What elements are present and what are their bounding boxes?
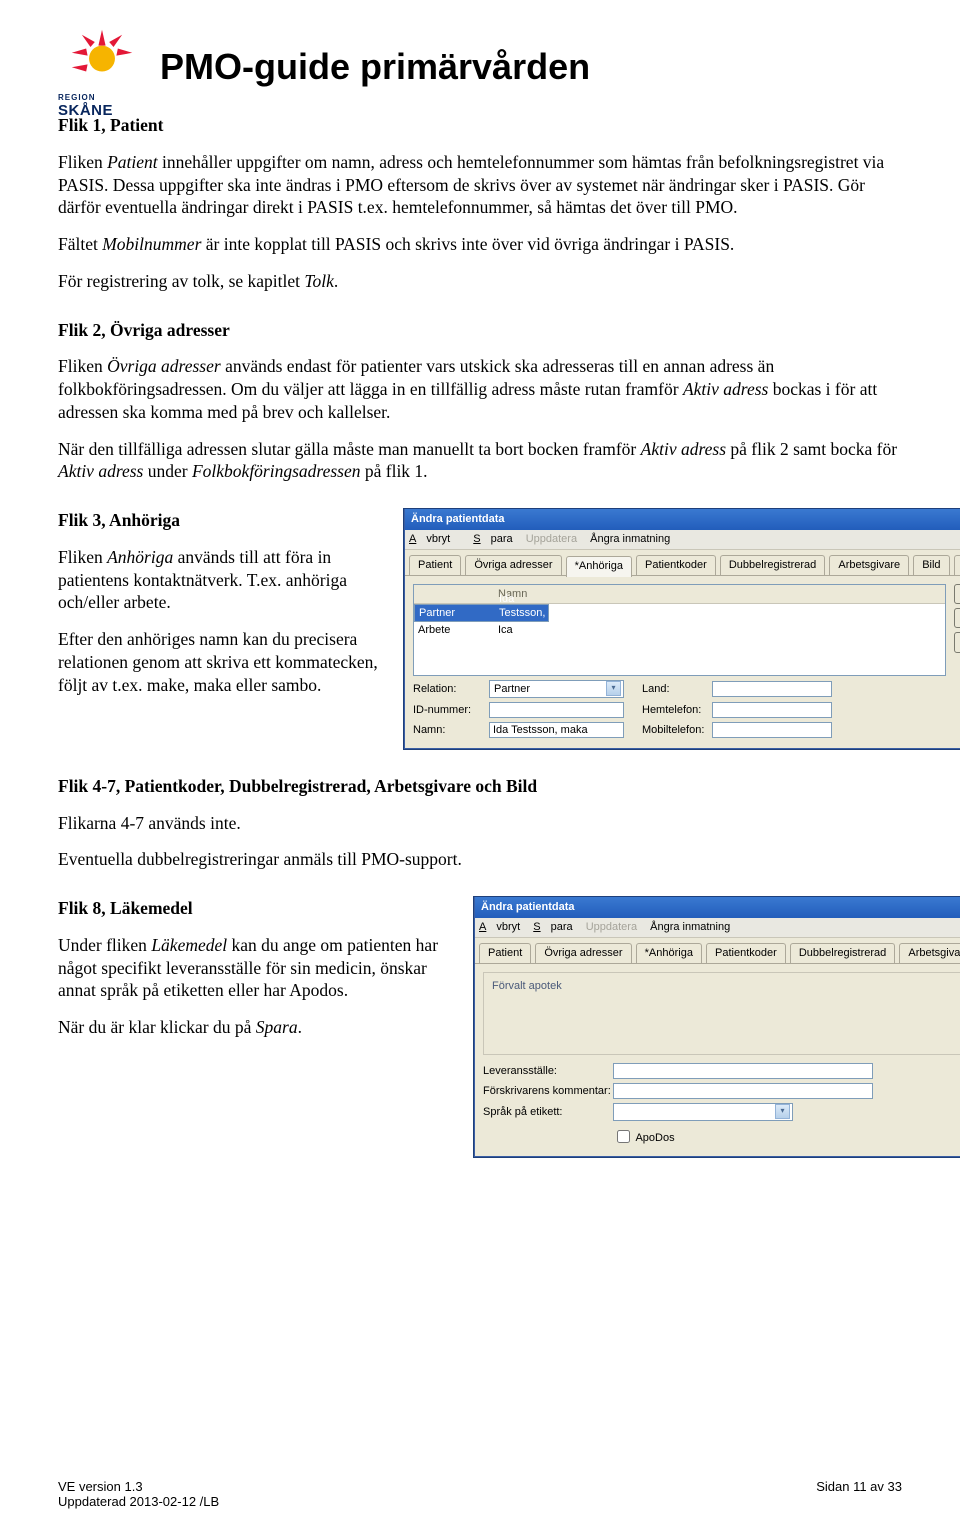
tab-arbetsgivare[interactable]: Arbetsgivare [899,943,960,963]
flik2-p1: Fliken Övriga adresser används endast fö… [58,355,902,423]
section-heading-flik2: Flik 2, Övriga adresser [58,319,902,342]
flik3-p1: Fliken Anhöriga används till att föra in… [58,546,388,614]
footer-page-number: Sidan 11 av 33 [816,1479,902,1509]
flik8-p1: Under fliken Läkemedel kan du ange om pa… [58,934,458,1002]
skane-sun-icon [58,24,146,96]
namn-label: Namn: [413,723,489,737]
menu-spara[interactable]: Spara [473,533,512,545]
relation-select[interactable]: Partner▾ [489,680,624,698]
dialog-title: Ändra patientdata [405,509,960,530]
hemtel-label: Hemtelefon: [642,703,712,717]
page-header: REGION SKÅNE PMO-guide primärvården [58,24,902,106]
dialog-tabs: Patient Övriga adresser *Anhöriga Patien… [475,938,960,964]
chevron-down-icon: ▾ [775,1104,790,1119]
tab-patient[interactable]: Patient [479,943,531,963]
tab-anhoriga[interactable]: *Anhöriga [566,556,632,577]
tab-patientkoder[interactable]: Patientkoder [706,943,786,963]
menu-uppdatera: Uppdatera [586,921,637,933]
id-label: ID-nummer: [413,703,489,717]
sok-button[interactable]: Sök [954,632,960,652]
id-input[interactable] [489,702,624,718]
flik1-p3: För registrering av tolk, se kapitlet To… [58,270,902,293]
tab-bild[interactable]: Bild [913,555,949,575]
tab-patient[interactable]: Patient [409,555,461,575]
tab-lakemedel[interactable]: Läkemedel [954,555,960,575]
flik47-p1: Flikarna 4-7 används inte. [58,812,902,835]
mobil-input[interactable] [712,722,832,738]
sprak-label: Språk på etikett: [483,1105,613,1119]
menu-angra[interactable]: Ångra inmatning [590,533,670,545]
footer-version: VE version 1.3 [58,1479,219,1494]
apodos-checkbox[interactable] [617,1130,630,1143]
tab-ovriga-adresser[interactable]: Övriga adresser [465,555,561,575]
flik8-p2: När du är klar klickar du på Spara. [58,1016,458,1039]
sprak-select[interactable]: ▾ [613,1103,793,1121]
tab-arbetsgivare[interactable]: Arbetsgivare [829,555,909,575]
menu-avbryt[interactable]: Avbryt [409,533,460,545]
dialog-menubar: Avbryt Spara Uppdatera Ångra inmatning [475,918,960,937]
dialog-lakemedel: Ändra patientdata Avbryt Spara Uppdatera… [474,897,960,1157]
flik3-p2: Efter den anhöriges namn kan du preciser… [58,628,388,696]
section-heading-flik3: Flik 3, Anhöriga [58,509,388,532]
forskr-label: Förskrivarens kommentar: [483,1084,613,1098]
page-title: PMO-guide primärvården [160,46,590,88]
tab-patientkoder[interactable]: Patientkoder [636,555,716,575]
section-heading-flik1: Flik 1, Patient [58,114,902,137]
list-row[interactable]: ArbeteIca [414,622,945,638]
dialog-menubar: Avbryt Spara Uppdatera Ångra inmatning [405,530,960,549]
menu-angra[interactable]: Ångra inmatning [650,921,730,933]
tab-anhoriga[interactable]: *Anhöriga [636,943,702,963]
menu-avbryt[interactable]: Avbryt [479,921,520,933]
tab-ovriga-adresser[interactable]: Övriga adresser [535,943,631,963]
leverans-input[interactable] [613,1063,873,1079]
mobil-label: Mobiltelefon: [642,723,712,737]
flik2-p2: När den tillfälliga adressen slutar gäll… [58,438,902,484]
flik1-p2: Fältet Mobilnummer är inte kopplat till … [58,233,902,256]
forskrivare-input[interactable] [613,1083,873,1099]
menu-spara[interactable]: Spara [533,921,572,933]
land-label: Land: [642,682,712,696]
tab-dubbelregistrerad[interactable]: Dubbelregistrerad [720,555,825,575]
flik47-p2: Eventuella dubbelregistreringar anmäls t… [58,848,902,871]
dialog-tabs: Patient Övriga adresser *Anhöriga Patien… [405,550,960,576]
relation-label: Relation: [413,682,489,696]
footer-updated: Uppdaterad 2013-02-12 /LB [58,1494,219,1509]
namn-input[interactable]: Ida Testsson, maka [489,722,624,738]
anhoriga-list[interactable]: Namn PartnerIda Testsson, maka ArbeteIca [413,584,946,676]
apodos-label: ApoDos [635,1132,674,1144]
forvalt-apotek-fieldset: Förvalt apotek Adress... Rensa [483,972,960,1055]
dialog-title: Ändra patientdata [475,897,960,918]
list-row-selected[interactable]: PartnerIda Testsson, maka [414,604,549,622]
hemtel-input[interactable] [712,702,832,718]
fieldset-legend: Förvalt apotek [492,979,960,993]
tab-dubbelregistrerad[interactable]: Dubbelregistrerad [790,943,895,963]
leverans-label: Leveransställe: [483,1064,613,1078]
chevron-down-icon: ▾ [606,681,621,696]
land-input[interactable] [712,681,832,697]
menu-uppdatera: Uppdatera [526,533,577,545]
dialog-anhoriga: Ändra patientdata Avbryt Spara Uppdatera… [404,509,960,749]
flik1-p1: Fliken Patient innehåller uppgifter om n… [58,151,902,219]
ny-button[interactable]: Ny [954,584,960,604]
section-heading-flik8: Flik 8, Läkemedel [58,897,458,920]
tabort-button[interactable]: Ta bort [954,608,960,628]
logo: REGION SKÅNE [58,24,146,106]
section-heading-flik47: Flik 4-7, Patientkoder, Dubbelregistrera… [58,775,902,798]
page-footer: VE version 1.3 Uppdaterad 2013-02-12 /LB… [58,1479,902,1509]
